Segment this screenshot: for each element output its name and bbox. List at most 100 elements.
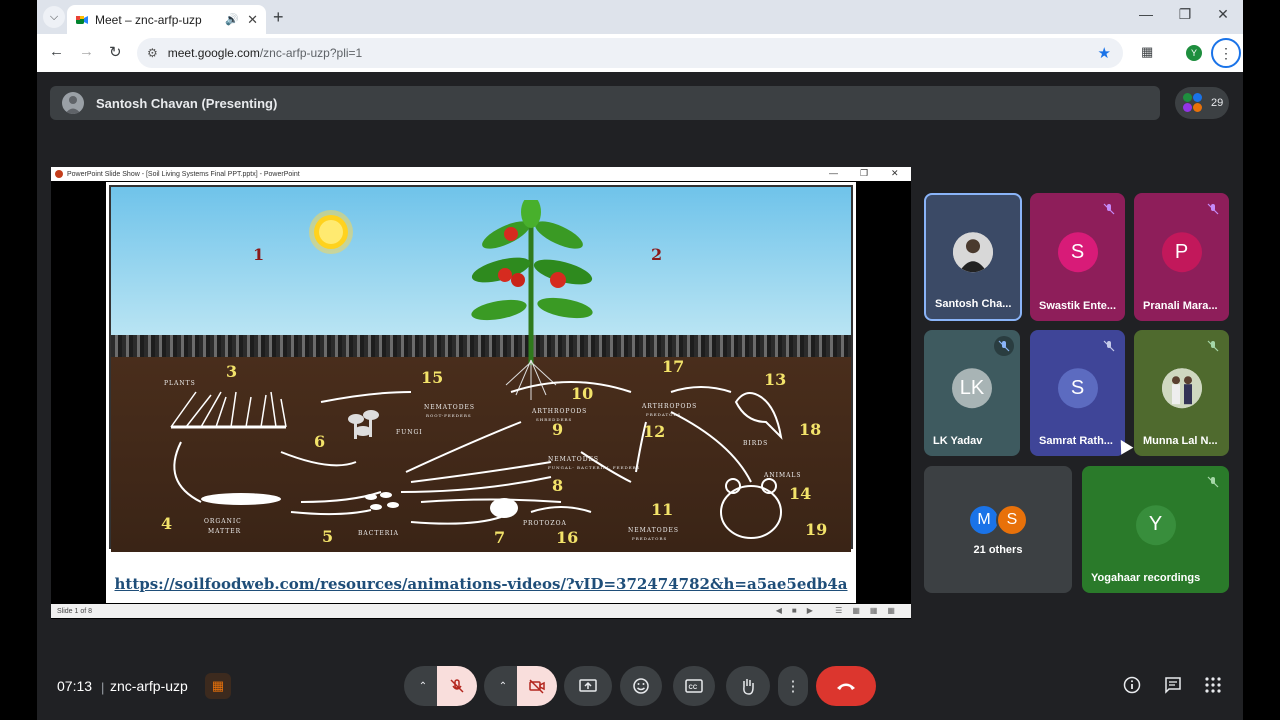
mic-off-button[interactable] <box>437 666 477 706</box>
caption-nematodes-fb: NEMATODES <box>548 456 599 463</box>
participant-tile[interactable]: S Samrat Rath... <box>1030 330 1125 456</box>
shared-screen: PowerPoint Slide Show - [Soil Living Sys… <box>51 167 911 619</box>
participant-name: Samrat Rath... <box>1039 435 1113 447</box>
presenter-bar: Santosh Chavan (Presenting) <box>50 86 1160 120</box>
caption-bacteria: BACTERIA <box>358 530 399 537</box>
tab-close-icon[interactable]: ✕ <box>247 12 258 28</box>
caption-organic: ORGANIC <box>204 518 242 525</box>
participant-photo <box>953 232 993 273</box>
presenter-avatar <box>62 92 84 114</box>
pp-close-icon[interactable]: ✕ <box>891 168 899 179</box>
bookmark-star-icon[interactable]: ★ <box>1098 44 1111 62</box>
participant-avatar: Y <box>1135 504 1176 545</box>
participant-tile[interactable]: Santosh Cha... <box>924 193 1022 321</box>
meeting-time: 07:13 <box>57 678 93 694</box>
others-tile[interactable]: M S 21 others <box>924 466 1072 593</box>
label-13: 13 <box>764 370 787 389</box>
present-icon <box>579 679 597 692</box>
pp-restore-icon[interactable]: ❐ <box>860 168 868 179</box>
participant-tile[interactable]: LK LK Yadav <box>924 330 1020 456</box>
label-8: 8 <box>552 476 564 495</box>
powerpoint-icon <box>55 170 63 178</box>
label-1: 1 <box>253 245 265 264</box>
tab-audio-icon[interactable]: 🔊 <box>225 13 239 26</box>
captions-icon: CC <box>685 679 703 693</box>
browser-tab[interactable]: Meet – znc-arfp-uzp 🔊 ✕ <box>67 5 266 34</box>
label-11: 11 <box>651 500 674 519</box>
chat-button[interactable] <box>1162 676 1184 699</box>
tab-search-button[interactable]: ⌵ <box>43 6 65 28</box>
tab-title: Meet – znc-arfp-uzp <box>95 12 202 27</box>
info-button[interactable] <box>1121 676 1143 699</box>
tab-strip: ⌵ Meet – znc-arfp-uzp 🔊 ✕ + — ❐ ✕ <box>37 0 1243 34</box>
animal <box>720 478 782 539</box>
pp-minimize-icon[interactable]: — <box>829 168 838 178</box>
participant-tile[interactable]: S Swastik Ente... <box>1030 193 1125 321</box>
participant-tile[interactable]: P Pranali Mara... <box>1134 193 1229 321</box>
mic-muted-icon <box>1203 199 1223 219</box>
browser-menu-icon[interactable]: ⋮ <box>1211 38 1241 68</box>
powerpoint-titlebar: PowerPoint Slide Show - [Soil Living Sys… <box>51 167 911 181</box>
captions-button[interactable]: CC <box>673 666 715 706</box>
participant-name: Swastik Ente... <box>1039 300 1117 312</box>
minimize-button[interactable]: — <box>1136 6 1156 22</box>
caption-nematodes-root: NEMATODES <box>424 404 475 411</box>
caption-fungal-bacterial-feeders: FUNGAL- BACTERIAL FEEDERS <box>548 465 641 470</box>
new-tab-button[interactable]: + <box>273 7 284 28</box>
fungi <box>348 410 379 439</box>
leave-call-button[interactable] <box>816 666 876 706</box>
label-7: 7 <box>494 528 506 547</box>
site-info-icon[interactable]: ⚙ <box>147 46 158 60</box>
slideshow-controls[interactable]: ◀■▶ ☰▦▦▦ <box>776 606 905 615</box>
more-options-icon: ⋮ <box>785 678 801 695</box>
camera-off-button[interactable] <box>517 666 557 706</box>
close-window-button[interactable]: ✕ <box>1213 6 1233 23</box>
mic-muted-icon <box>1099 336 1119 356</box>
caption-arthropods-predators: PREDATORS <box>646 412 682 417</box>
slide-link[interactable]: https://soilfoodweb.com/resources/animat… <box>106 575 856 593</box>
caption-arthropods-shred: ARTHROPODS <box>532 408 588 415</box>
participant-photo <box>1161 368 1202 409</box>
browser-toolbar: ← → ↻ ⚙ meet.google.com/znc-arfp-uzp?pli… <box>37 34 1243 72</box>
activities-button[interactable] <box>1202 676 1224 699</box>
label-3: 3 <box>226 362 238 381</box>
present-button[interactable] <box>564 666 612 706</box>
chat-icon <box>1165 677 1181 694</box>
label-6: 6 <box>314 432 326 451</box>
caption-matter: MATTER <box>208 528 242 535</box>
url-text: meet.google.com/znc-arfp-uzp?pli=1 <box>167 46 363 60</box>
participant-avatar: LK <box>952 368 992 409</box>
label-14: 14 <box>789 484 812 503</box>
participant-tile[interactable]: Munna Lal N... <box>1134 330 1229 456</box>
sun-icon <box>309 210 353 254</box>
forward-icon[interactable]: → <box>79 43 94 60</box>
mic-muted-icon <box>994 336 1014 356</box>
emoji-button[interactable] <box>620 666 662 706</box>
back-icon[interactable]: ← <box>49 43 64 60</box>
raise-hand-button[interactable] <box>726 666 770 706</box>
label-9: 9 <box>552 420 564 439</box>
caption-nematodes-pred: NEMATODES <box>628 527 679 534</box>
more-options-button[interactable]: ⋮ <box>778 666 808 706</box>
powerpoint-title: PowerPoint Slide Show - [Soil Living Sys… <box>67 170 300 178</box>
participant-name: LK Yadav <box>933 435 983 447</box>
host-controls-icon[interactable]: ▦ <box>205 673 231 699</box>
participants-button[interactable]: 29 <box>1175 87 1229 119</box>
profile-avatar[interactable]: Y <box>1186 45 1202 61</box>
participant-avatar: S <box>1057 232 1098 273</box>
activities-icon <box>1205 677 1221 693</box>
extensions-icon[interactable]: ▦ <box>1141 44 1153 60</box>
participant-avatar: P <box>1161 232 1202 273</box>
caption-nematodes-predators: PREDATORS <box>632 536 668 541</box>
meeting-code: znc-arfp-uzp <box>110 678 188 694</box>
address-bar[interactable]: ⚙ meet.google.com/znc-arfp-uzp?pli=1 ★ <box>137 38 1123 68</box>
reload-icon[interactable]: ↻ <box>109 43 122 61</box>
participant-tile[interactable]: Y Yogahaar recordings <box>1082 466 1229 593</box>
label-2: 2 <box>651 245 663 264</box>
others-avatar: S <box>996 504 1028 536</box>
caption-arthropods-pred: ARTHROPODS <box>642 403 698 410</box>
meet-favicon <box>75 13 89 27</box>
restore-button[interactable]: ❐ <box>1175 6 1195 23</box>
svg-text:CC: CC <box>689 685 698 691</box>
caption-shredders: SHREDDERS <box>536 417 573 422</box>
